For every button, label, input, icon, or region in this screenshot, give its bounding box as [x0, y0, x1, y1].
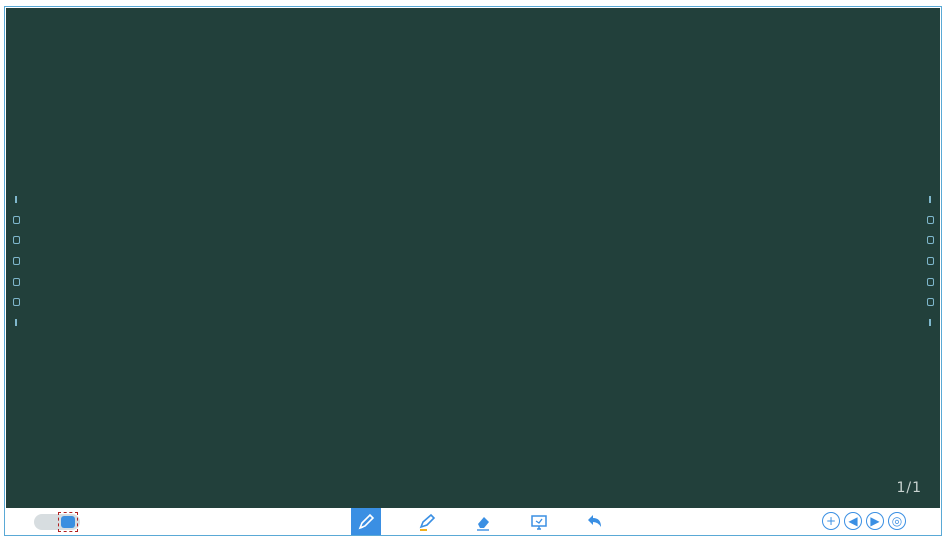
side-file-icon[interactable]: [926, 298, 934, 307]
side-menu-icon[interactable]: [12, 215, 20, 224]
whiteboard-canvas[interactable]: 1/1: [6, 8, 940, 508]
screen-capture-button[interactable]: [524, 508, 554, 535]
side-share-icon[interactable]: [12, 277, 20, 286]
side-divider: [15, 318, 17, 326]
side-edit-icon[interactable]: [12, 236, 20, 245]
plus-icon: +: [825, 514, 837, 528]
side-file-icon[interactable]: [12, 298, 20, 307]
mode-toggle[interactable]: [34, 512, 80, 532]
overview-icon: ◎: [891, 514, 903, 528]
bottom-toolbar: + ◀ ▶ ◎: [6, 508, 940, 535]
arrow-right-icon: ▶: [870, 514, 880, 528]
right-side-toolbar: [926, 196, 934, 326]
screen-icon: [531, 514, 547, 530]
whiteboard-window: 1/1 + ◀ ▶ ◎: [4, 6, 942, 536]
arrow-left-icon: ◀: [848, 514, 858, 528]
eraser-icon: [477, 516, 489, 531]
left-side-toolbar: [12, 196, 20, 326]
side-settings-icon[interactable]: [12, 256, 20, 265]
page-indicator: 1/1: [896, 480, 922, 496]
side-divider: [929, 318, 931, 326]
pen-tool-button[interactable]: [351, 508, 381, 535]
add-page-button[interactable]: +: [822, 512, 840, 530]
pen-icon: [358, 513, 375, 529]
highlighter-icon: [419, 513, 436, 531]
side-divider: [15, 196, 17, 203]
side-share-icon[interactable]: [926, 277, 934, 286]
undo-icon: [588, 514, 601, 527]
toggle-icon[interactable]: [58, 512, 78, 532]
side-edit-icon[interactable]: [926, 236, 934, 245]
undo-button[interactable]: [580, 508, 610, 535]
side-menu-icon[interactable]: [926, 215, 934, 224]
page-overview-button[interactable]: ◎: [888, 512, 906, 530]
highlighter-tool-button[interactable]: [412, 508, 442, 535]
next-page-button[interactable]: ▶: [866, 512, 884, 530]
eraser-tool-button[interactable]: [468, 508, 498, 535]
previous-page-button[interactable]: ◀: [844, 512, 862, 530]
side-settings-icon[interactable]: [926, 256, 934, 265]
side-divider: [929, 196, 931, 203]
